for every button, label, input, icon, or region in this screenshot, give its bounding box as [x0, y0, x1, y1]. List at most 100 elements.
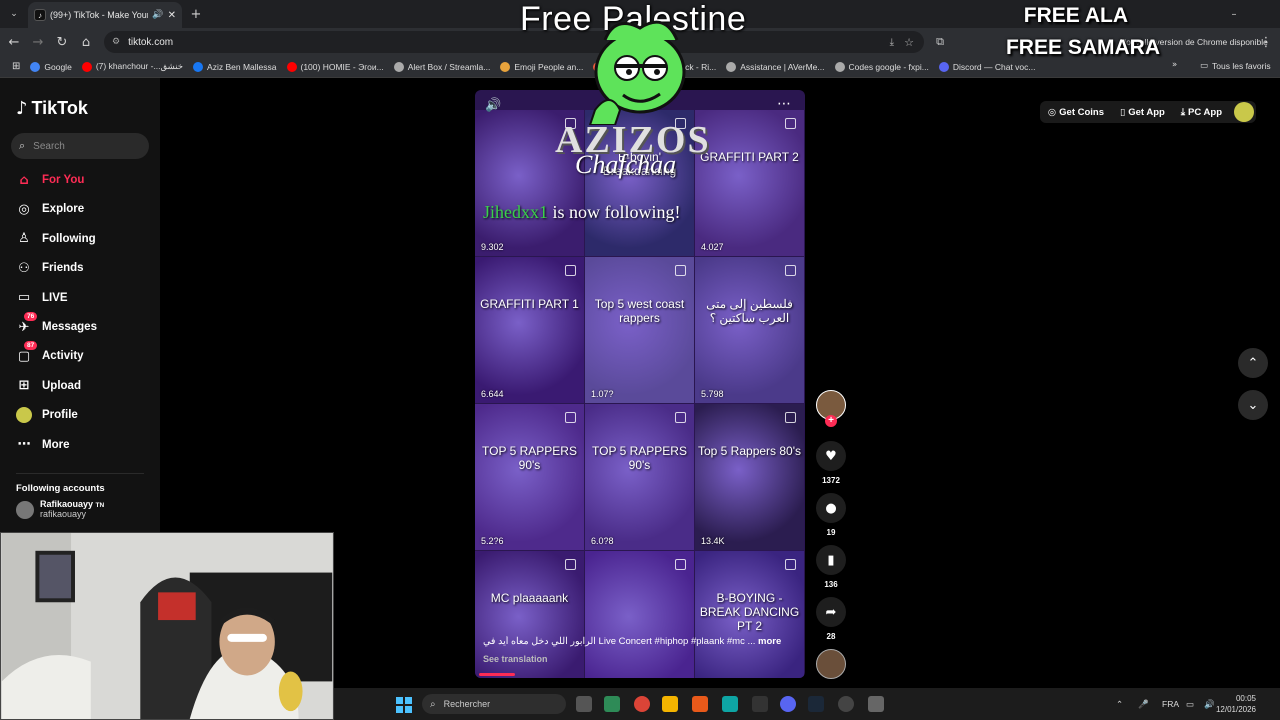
all-bookmarks-folder[interactable]: ▭ Tous les favoris	[1200, 61, 1271, 71]
reload-icon[interactable]: ↻	[50, 30, 74, 54]
sound-avatar[interactable]	[816, 649, 846, 679]
microphone-icon[interactable]: 🎤	[1138, 688, 1149, 720]
bookmark-item[interactable]: Aziz Ben Mallessa	[193, 61, 277, 72]
save-count: 136	[824, 580, 838, 589]
bookmark-label: (100) HOMIE - Эгои...	[300, 61, 384, 72]
bookmark-item[interactable]: Emoji People an...	[500, 61, 583, 72]
new-tab-button[interactable]: +	[184, 2, 208, 26]
forward-icon[interactable]: →	[26, 30, 50, 54]
save-button[interactable]: ▮ 136	[816, 545, 846, 589]
taskbar-search[interactable]: ⌕ Rechercher	[422, 694, 566, 714]
search-input[interactable]: ⌕ Search	[11, 133, 149, 159]
thumbnail-views: 9.302	[481, 242, 504, 252]
mute-icon[interactable]: 🔊	[485, 98, 501, 113]
sidebar-item-messages[interactable]: ✈ 76 Messages	[16, 312, 156, 335]
bookmark-label: Alert Box / Streamla...	[407, 61, 491, 72]
tiktok-logo[interactable]: ♪ TikTok	[16, 98, 88, 119]
like-button[interactable]: ♥ 1372	[816, 441, 846, 485]
discord-icon[interactable]	[780, 696, 796, 712]
bookmark-favicon	[726, 61, 737, 72]
chevron-down-icon: ⌄	[1247, 397, 1259, 413]
settings-icon[interactable]	[868, 696, 884, 712]
sidebar-item-upload[interactable]: ⊞ Upload	[16, 378, 156, 394]
browser-tab[interactable]: ♪ (99+) TikTok - Make Your Da 🔊 ✕	[28, 2, 182, 28]
next-video-button[interactable]: ⌄	[1238, 390, 1268, 420]
bookmark-label: Google	[44, 61, 72, 72]
sidebar-item-following[interactable]: ♙ Following	[16, 231, 156, 247]
site-info-icon[interactable]: ⚙	[112, 37, 120, 47]
app-icon[interactable]	[722, 696, 738, 712]
home-icon[interactable]: ⌂	[74, 30, 98, 54]
app-icon[interactable]	[604, 696, 620, 712]
sidebar-item-label: Messages	[42, 321, 97, 333]
sidebar-item-live[interactable]: ▭ LIVE	[16, 290, 156, 306]
share-button[interactable]: ➦ 28	[816, 597, 846, 641]
bookmark-item[interactable]: (7) khanchour -...خنشق	[81, 61, 183, 72]
sidebar-item-explore[interactable]: ◎ Explore	[16, 201, 156, 217]
sidebar-item-profile[interactable]: Profile	[16, 407, 156, 424]
sidebar-item-friends[interactable]: ⚇ Friends	[16, 260, 156, 276]
thumbnail-caption: Top 5 Rappers 80's	[697, 444, 802, 458]
bookmark-item[interactable]: (100) HOMIE - Эгои...	[286, 61, 384, 72]
bookmark-item[interactable]: Alert Box / Streamla...	[393, 61, 491, 72]
follow-plus-button[interactable]: +	[825, 415, 837, 427]
more-link[interactable]: more	[758, 636, 781, 647]
get-coins-button[interactable]: ◎ Get Coins	[1040, 101, 1112, 123]
previous-video-button[interactable]: ⌃	[1238, 348, 1268, 378]
minimize-icon[interactable]: –	[1222, 2, 1246, 26]
video-more-icon[interactable]: ⋯	[777, 96, 791, 112]
video-player[interactable]: 9.302 B-boyin' Breakdancing GRAFFITI PART …	[475, 90, 805, 678]
bookmark-item[interactable]: Codes google - fxpi...	[834, 61, 929, 72]
chrome-menu-icon[interactable]: ⋮	[1254, 30, 1278, 54]
sidebar-item-for-you[interactable]: ⌂ For You	[16, 172, 156, 188]
extensions-icon[interactable]: ⧉	[928, 30, 952, 54]
get-app-button[interactable]: ▯ Get App	[1112, 101, 1173, 123]
thumbnail-caption: TOP 5 RAPPERS 90's	[482, 444, 577, 472]
avatar	[16, 501, 34, 519]
omnibox[interactable]: ⚙ tiktok.com ⤓ ☆	[104, 31, 924, 53]
app-icon[interactable]	[692, 696, 708, 712]
video-grid-thumbnail: TOP 5 RAPPERS 90's 6.0?8	[585, 404, 694, 550]
account-flag: TN	[95, 502, 105, 509]
sidebar-item-more[interactable]: ⋯ More	[16, 437, 156, 453]
apps-grid-icon[interactable]: ⊞	[12, 61, 20, 72]
app-icon[interactable]	[752, 696, 768, 712]
account-handle: rafikaouayy	[40, 509, 87, 519]
comment-count: 19	[826, 528, 836, 537]
language-indicator[interactable]: FRA	[1162, 688, 1179, 720]
user-avatar[interactable]	[1234, 102, 1254, 122]
overlay-free-samara: FREE SAMARA	[1005, 36, 1160, 59]
file-explorer-icon[interactable]	[662, 696, 678, 712]
network-icon[interactable]: ▭	[1186, 688, 1194, 720]
speaker-icon[interactable]: 🔊	[152, 10, 163, 20]
steam-icon[interactable]	[808, 696, 824, 712]
task-view-icon[interactable]	[576, 696, 592, 712]
tab-search-icon[interactable]: ⌄	[2, 2, 26, 26]
comment-button[interactable]: ● 19	[816, 493, 846, 537]
bookmark-item[interactable]: Discord — Chat voc...	[938, 61, 1036, 72]
more-bookmarks-icon[interactable]: »	[1172, 60, 1177, 70]
pc-app-button[interactable]: ⤓ PC App	[1173, 101, 1230, 123]
sidebar-item-activity[interactable]: ▢ 87 Activity	[16, 341, 156, 364]
bookmark-label: Aziz Ben Mallessa	[207, 61, 277, 72]
tray-chevron-icon[interactable]: ⌃	[1116, 688, 1123, 720]
install-icon[interactable]: ⤓	[890, 37, 894, 48]
bookmark-item[interactable]: Assistance | AVerMe...	[726, 61, 825, 72]
chrome-icon[interactable]	[634, 696, 650, 712]
following-account[interactable]: Rafikaouayy TN rafikaouayy	[16, 499, 104, 519]
taskbar-clock[interactable]: 00:05 12/01/2026	[1216, 693, 1256, 715]
live-icon: ▭	[17, 290, 31, 306]
bookmark-star-icon[interactable]: ☆	[904, 36, 914, 49]
heart-icon: ♥	[816, 441, 846, 471]
windows-start-icon[interactable]	[396, 697, 412, 713]
play-icon	[785, 412, 796, 423]
volume-icon[interactable]: 🔊	[1204, 688, 1215, 720]
video-progress-bar[interactable]	[479, 673, 515, 676]
bookmark-item[interactable]: Google	[30, 61, 72, 72]
play-icon	[785, 559, 796, 570]
see-translation-link[interactable]: See translation	[483, 654, 548, 664]
obs-icon[interactable]	[838, 696, 854, 712]
back-icon[interactable]: ←	[2, 30, 26, 54]
upload-icon: ⊞	[18, 378, 30, 394]
close-tab-icon[interactable]: ✕	[168, 10, 176, 21]
